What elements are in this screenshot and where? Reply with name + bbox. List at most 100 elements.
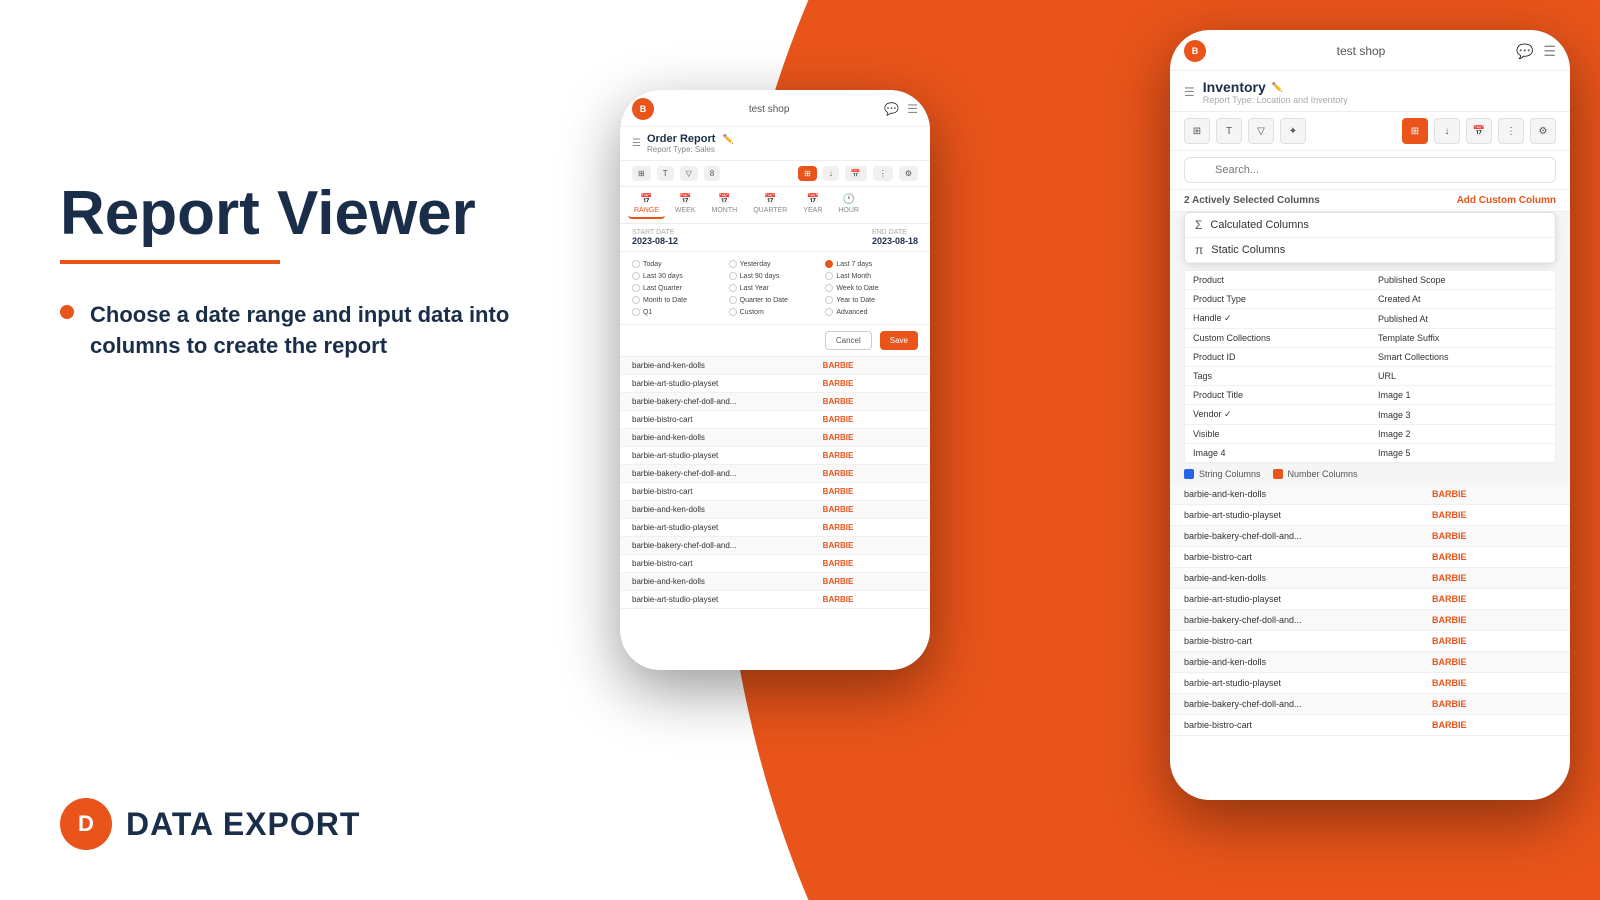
p1-cell-handle: barbie-art-studio-playset xyxy=(632,379,823,388)
p2-tb-grid-btn[interactable]: ⊞ xyxy=(1184,118,1210,144)
radio-circle-advanced xyxy=(825,308,833,316)
col-image3[interactable]: Image 3 xyxy=(1370,405,1555,425)
brand-icon-letter: D xyxy=(78,811,94,837)
add-custom-column-button[interactable]: Add Custom Column xyxy=(1457,195,1556,206)
p1-tb-settings-btn[interactable]: ⚙ xyxy=(899,166,918,181)
col-image2[interactable]: Image 2 xyxy=(1370,425,1555,444)
col-smart-collections[interactable]: Smart Collections xyxy=(1370,348,1555,367)
radio-monthtodate[interactable]: Month to Date xyxy=(632,296,725,304)
col-image1[interactable]: Image 1 xyxy=(1370,386,1555,405)
p1-cell-vendor: BARBIE xyxy=(823,415,918,424)
p1-tab-year-label: YEAR xyxy=(803,207,822,214)
radio-last90[interactable]: Last 90 days xyxy=(729,272,822,280)
radio-lastyear[interactable]: Last Year xyxy=(729,284,822,292)
radio-circle-custom xyxy=(729,308,737,316)
p2-search-bar: 🔍 xyxy=(1170,151,1570,190)
p1-cell-vendor: BARBIE xyxy=(823,469,918,478)
p1-tab-quarter[interactable]: 📅 QUARTER xyxy=(747,191,793,219)
col-published-scope[interactable]: Published Scope xyxy=(1370,271,1555,290)
radio-yesterday[interactable]: Yesterday xyxy=(729,260,822,268)
p1-cell-vendor: BARBIE xyxy=(823,577,918,586)
p2-tb-calendar-btn[interactable]: 📅 xyxy=(1466,118,1492,144)
radio-advanced[interactable]: Advanced xyxy=(825,308,918,316)
table-row: barbie-and-ken-dolls BARBIE xyxy=(620,501,930,519)
p2-edit-icon[interactable]: ✏️ xyxy=(1272,82,1283,93)
col-product-title[interactable]: Product Title xyxy=(1185,386,1370,405)
p2-tb-download-btn[interactable]: ↓ xyxy=(1434,118,1460,144)
radio-last90-label: Last 90 days xyxy=(740,273,780,280)
radio-today[interactable]: Today xyxy=(632,260,725,268)
p2-static-columns-option[interactable]: π Static Columns xyxy=(1185,238,1555,263)
col-visible[interactable]: Visible xyxy=(1185,425,1370,444)
save-button[interactable]: Save xyxy=(880,331,918,350)
col-handle[interactable]: Handle ✓ xyxy=(1185,309,1370,329)
year-icon: 📅 xyxy=(807,194,819,205)
p2-tb-filter-btn[interactable]: ▽ xyxy=(1248,118,1274,144)
cancel-button[interactable]: Cancel xyxy=(825,331,872,350)
radio-quartertodate[interactable]: Quarter to Date xyxy=(729,296,822,304)
col-created-at[interactable]: Created At xyxy=(1370,290,1555,309)
col-vendor[interactable]: Vendor ✓ xyxy=(1185,405,1370,425)
p1-cell-handle: barbie-and-ken-dolls xyxy=(632,433,823,442)
radio-last30[interactable]: Last 30 days xyxy=(632,272,725,280)
p1-tab-month[interactable]: 📅 MONTH xyxy=(706,191,744,219)
search-input[interactable] xyxy=(1184,157,1556,183)
p2-tb-text-btn[interactable]: T xyxy=(1216,118,1242,144)
p1-tab-hour[interactable]: 🕐 HOUR xyxy=(832,191,865,219)
p1-tb-active-btn[interactable]: ⊞ xyxy=(798,166,817,181)
radio-yeartodate[interactable]: Year to Date xyxy=(825,296,918,304)
radio-q1[interactable]: Q1 xyxy=(632,308,725,316)
radio-last7[interactable]: Last 7 days xyxy=(825,260,918,268)
p2-tb-active-btn[interactable]: ⊞ xyxy=(1402,118,1428,144)
p1-tb-download-btn[interactable]: ↓ xyxy=(823,166,839,181)
p2-header: B test shop 💬 ☰ xyxy=(1170,30,1570,71)
radio-custom[interactable]: Custom xyxy=(729,308,822,316)
radio-circle-q1 xyxy=(632,308,640,316)
radio-circle-yeartodate xyxy=(825,296,833,304)
col-product[interactable]: Product xyxy=(1185,271,1370,290)
p2-calculated-columns-option[interactable]: Σ Calculated Columns xyxy=(1185,213,1555,238)
custom-collections-label: Custom Collections xyxy=(1193,333,1271,343)
p1-nav-left: ☰ Order Report ✏️ Report Type: Sales xyxy=(632,133,734,154)
p1-tab-year[interactable]: 📅 YEAR xyxy=(797,191,828,219)
p2-vendor-cell: BARBIE xyxy=(1432,531,1556,541)
col-published-at[interactable]: Published At xyxy=(1370,309,1555,329)
p1-tab-range[interactable]: 📅 RANGE xyxy=(628,191,665,219)
radio-custom-label: Custom xyxy=(740,309,764,316)
p2-chat-icon[interactable]: 💬 xyxy=(1516,43,1533,60)
col-url[interactable]: URL xyxy=(1370,367,1555,386)
col-image5[interactable]: Image 5 xyxy=(1370,444,1555,463)
p2-menu-icon[interactable]: ☰ xyxy=(1543,43,1556,60)
p2-column-dropdown: Σ Calculated Columns π Static Columns xyxy=(1184,212,1556,264)
p1-menu-icon[interactable]: ☰ xyxy=(632,138,641,149)
p1-tb-grid-btn[interactable]: ⊞ xyxy=(632,166,651,181)
p1-tb-filter-btn[interactable]: ▽ xyxy=(680,166,698,181)
chat-icon[interactable]: 💬 xyxy=(884,102,899,116)
col-template-suffix[interactable]: Template Suffix xyxy=(1370,329,1555,348)
col-product-id[interactable]: Product ID xyxy=(1185,348,1370,367)
radio-lastmonth[interactable]: Last Month xyxy=(825,272,918,280)
p2-nav-menu-icon[interactable]: ☰ xyxy=(1184,85,1195,99)
radio-circle-monthtodate xyxy=(632,296,640,304)
p1-tb-text-btn[interactable]: T xyxy=(657,166,674,181)
image2-label: Image 2 xyxy=(1378,429,1411,439)
col-tags[interactable]: Tags xyxy=(1185,367,1370,386)
col-image4[interactable]: Image 4 xyxy=(1185,444,1370,463)
p1-cell-handle: barbie-art-studio-playset xyxy=(632,523,823,532)
p1-tb-col-btn[interactable]: 8 xyxy=(704,166,720,181)
menu-icon[interactable]: ☰ xyxy=(907,102,918,116)
p1-edit-icon[interactable]: ✏️ xyxy=(723,134,734,144)
radio-lastquarter[interactable]: Last Quarter xyxy=(632,284,725,292)
table-row: barbie-bistro-cart BARBIE xyxy=(620,483,930,501)
col-product-type[interactable]: Product Type xyxy=(1185,290,1370,309)
p2-tb-wand-btn[interactable]: ✦ xyxy=(1280,118,1306,144)
p1-tab-week[interactable]: 📅 WEEK xyxy=(669,191,702,219)
radio-lastyear-label: Last Year xyxy=(740,285,769,292)
p1-tb-more-btn[interactable]: ⋮ xyxy=(873,166,893,181)
radio-weektodate[interactable]: Week to Date xyxy=(825,284,918,292)
p2-tb-settings-btn[interactable]: ⚙ xyxy=(1530,118,1556,144)
col-custom-collections[interactable]: Custom Collections xyxy=(1185,329,1370,348)
table-row: barbie-bakery-chef-doll-and... BARBIE xyxy=(1170,526,1570,547)
p1-tb-calendar-btn[interactable]: 📅 xyxy=(845,166,867,181)
p2-tb-more-btn[interactable]: ⋮ xyxy=(1498,118,1524,144)
